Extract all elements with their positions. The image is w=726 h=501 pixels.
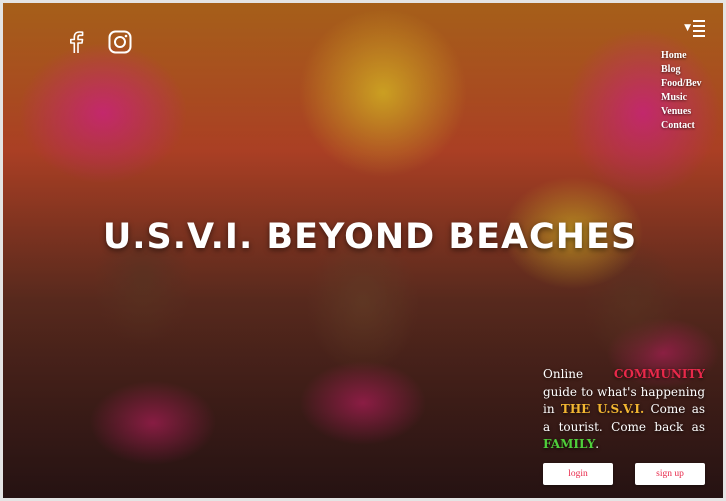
caret-down-icon: ▼: [684, 23, 691, 33]
tagline: Online COMMUNITY guide to what's happeni…: [543, 366, 705, 454]
instagram-icon[interactable]: [107, 29, 133, 55]
hero-title: U.S.V.I. BEYOND BEACHES: [102, 217, 638, 257]
tagline-highlight-usvi: THE U.S.V.I.: [560, 402, 645, 416]
nav-item-venues[interactable]: Venues: [661, 105, 702, 119]
nav-item-blog[interactable]: Blog: [661, 63, 702, 77]
social-links: [63, 29, 133, 55]
tagline-highlight-community: COMMUNITY: [613, 367, 705, 381]
tagline-text: .: [595, 437, 600, 451]
tagline-highlight-family: FAMILY: [543, 437, 596, 451]
login-button[interactable]: login: [543, 463, 613, 485]
page-frame: ▼ Home Blog Food/Bev Music Venues Contac…: [0, 0, 726, 501]
nav-item-home[interactable]: Home: [661, 49, 702, 63]
nav-item-music[interactable]: Music: [661, 91, 702, 105]
main-nav: Home Blog Food/Bev Music Venues Contact: [661, 49, 702, 133]
signup-button[interactable]: sign up: [635, 463, 705, 485]
hamburger-menu-icon: [693, 20, 705, 37]
menu-toggle-button[interactable]: ▼: [684, 19, 705, 37]
facebook-icon[interactable]: [63, 29, 89, 55]
nav-item-contact[interactable]: Contact: [661, 119, 702, 133]
tagline-text: Online: [543, 367, 614, 381]
nav-item-food-bev[interactable]: Food/Bev: [661, 77, 702, 91]
